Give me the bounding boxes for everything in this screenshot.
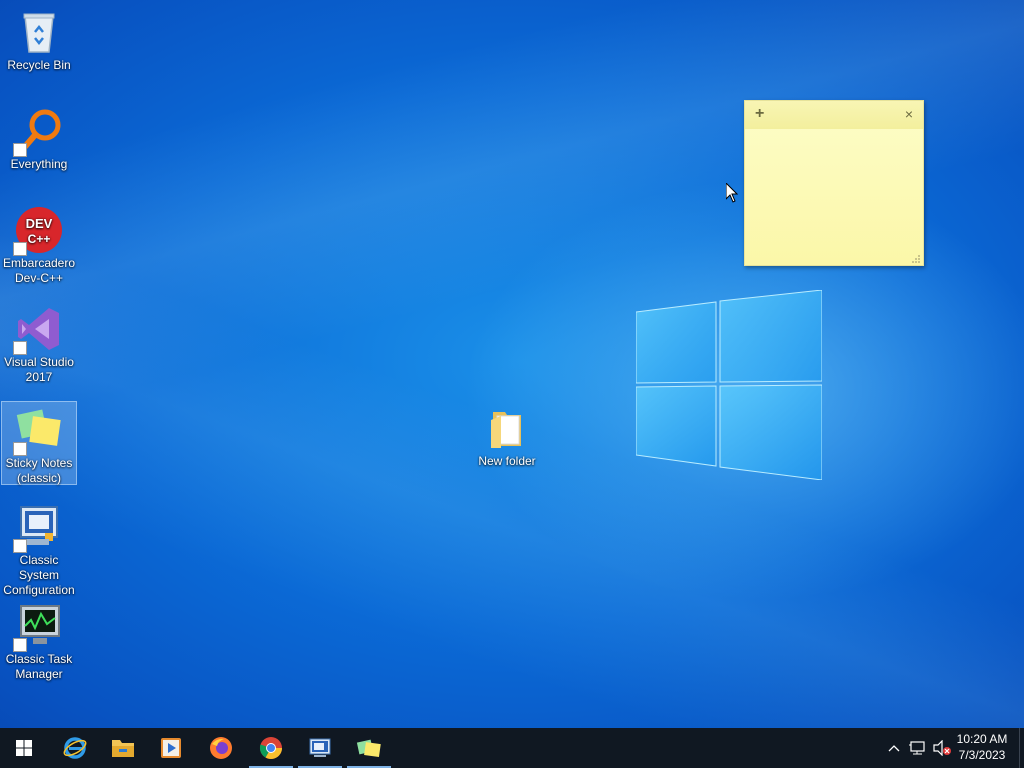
resize-grip-icon[interactable] [912, 255, 920, 263]
desktop-icon-label: New folder [478, 454, 536, 468]
shortcut-arrow-icon [13, 539, 27, 553]
taskbar-file-explorer[interactable] [99, 728, 147, 768]
shortcut-arrow-icon [13, 242, 27, 256]
shortcut-arrow-icon [13, 638, 27, 652]
volume-muted-icon [933, 740, 951, 756]
desktop-icon-task-manager[interactable]: Classic Task Manager [0, 598, 78, 682]
volume-tray-button[interactable] [931, 728, 953, 768]
desktop-icon-devcpp[interactable]: DEV C++ Embarcadero Dev-C++ [0, 202, 78, 286]
visual-studio-icon [13, 305, 63, 355]
chevron-up-icon [888, 745, 900, 752]
taskbar: 10:20 AM 7/3/2023 [0, 728, 1024, 768]
sticky-note-text[interactable] [745, 129, 923, 259]
show-hidden-icons-button[interactable] [884, 728, 904, 768]
internet-explorer-icon [63, 737, 87, 759]
desktop-icon-recycle-bin[interactable]: Recycle Bin [0, 4, 78, 73]
taskbar-sticky-notes[interactable] [345, 728, 393, 768]
svg-text:DEV: DEV [26, 216, 53, 231]
system-configuration-icon [309, 738, 331, 757]
desktop-icon-system-configuration[interactable]: Classic System Configuration [0, 499, 78, 598]
clock-date: 7/3/2023 [958, 748, 1006, 762]
windows-logo-wallpaper [636, 290, 822, 480]
clock-time: 10:20 AM [956, 732, 1008, 746]
desktop-icon-new-folder[interactable]: New folder [468, 400, 546, 469]
desktop-icon-sticky-notes[interactable]: Sticky Notes (classic) [1, 401, 77, 485]
taskbar-firefox[interactable] [197, 728, 245, 768]
sticky-notes-icon [356, 739, 381, 758]
shortcut-arrow-icon [13, 341, 27, 355]
chrome-icon [259, 737, 282, 759]
media-player-icon [161, 738, 181, 758]
show-desktop-button[interactable] [1019, 728, 1024, 768]
desktop-icon-label: Recycle Bin [7, 58, 71, 72]
task-manager-icon [13, 602, 63, 652]
taskbar-clock[interactable]: 10:20 AM 7/3/2023 [952, 731, 1012, 763]
desktop-icon-visual-studio[interactable]: Visual Studio 2017 [0, 301, 78, 385]
start-icon [16, 740, 32, 756]
taskbar-media-player[interactable] [147, 728, 195, 768]
taskbar-chrome[interactable] [247, 728, 295, 768]
sticky-notes-icon [13, 406, 63, 456]
desktop-icon-label: Classic System Configuration [3, 553, 75, 597]
folder-icon [483, 404, 531, 452]
taskbar-system-configuration[interactable] [296, 728, 344, 768]
everything-search-icon [13, 107, 63, 157]
desktop-icon-label: Visual Studio 2017 [4, 355, 74, 384]
add-note-button[interactable]: + [755, 105, 764, 123]
recycle-bin-icon [15, 8, 63, 56]
sticky-note-window[interactable]: + × [744, 100, 924, 266]
svg-text:C++: C++ [28, 232, 51, 246]
network-tray-button[interactable] [906, 728, 930, 768]
close-note-button[interactable]: × [905, 106, 913, 122]
file-explorer-icon [112, 740, 134, 757]
desktop-icon-label: Everything [10, 157, 68, 171]
desktop-icon-label: Sticky Notes (classic) [5, 456, 73, 485]
taskbar-internet-explorer[interactable] [51, 728, 99, 768]
desktop-icon-label: Embarcadero Dev-C++ [2, 256, 76, 285]
shortcut-arrow-icon [13, 442, 27, 456]
desktop-icon-everything[interactable]: Everything [0, 103, 78, 172]
sticky-note-titlebar[interactable]: + × [745, 101, 923, 129]
mouse-cursor-icon [726, 183, 738, 203]
devcpp-icon: DEV C++ [13, 206, 63, 256]
start-button[interactable] [0, 728, 48, 768]
desktop-icon-label: Classic Task Manager [5, 652, 73, 681]
firefox-icon [210, 737, 232, 759]
system-configuration-icon [13, 503, 63, 553]
shortcut-arrow-icon [13, 143, 27, 157]
network-icon [909, 741, 925, 755]
